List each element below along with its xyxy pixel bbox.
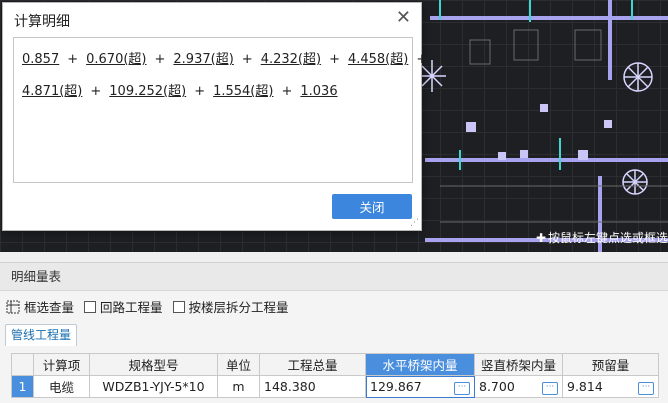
plus-sign: +	[194, 84, 206, 99]
calc-detail-dialog: 计算明细 ✕ 0.857 +0.670(超) +2.937(超) +4.232(超) +…	[2, 2, 427, 231]
floor-split-label: 按楼层拆分工程量	[188, 300, 289, 315]
cell-vertical-tray-value: 8.700	[479, 378, 515, 394]
panel-options: 框选查量 回路工程量 按楼层拆分工程量	[6, 297, 299, 316]
formula-term[interactable]: 0.670(超)	[86, 52, 146, 67]
cell-item[interactable]: 电缆	[33, 375, 90, 398]
formula-term[interactable]: 4.458(超)	[348, 52, 408, 67]
tab-pipe-quantity[interactable]: 管线工程量	[5, 324, 78, 346]
col-header-item[interactable]: 计算项	[33, 353, 90, 376]
circuit-checkbox[interactable]: 回路工程量	[84, 297, 163, 316]
formula-box: 0.857 +0.670(超) +2.937(超) +4.232(超) +4.458(超…	[13, 37, 427, 183]
formula-term[interactable]: 4.871(超)	[22, 84, 82, 99]
cell-reserved-value: 9.814	[567, 378, 603, 394]
ellipsis-icon[interactable]: ···	[454, 381, 470, 395]
frame-select-button[interactable]: 框选查量	[6, 297, 74, 316]
floor-split-checkbox[interactable]: 按楼层拆分工程量	[172, 297, 289, 316]
ellipsis-icon[interactable]: ···	[542, 381, 558, 395]
resize-grip-icon[interactable]: ⋰	[410, 218, 419, 228]
table-row[interactable]: 1 电缆 WDZB1-YJY-5*10 m 148.380 129.867 ···…	[11, 375, 659, 398]
col-header-total[interactable]: 工程总量	[259, 353, 366, 376]
plus-sign: +	[67, 52, 79, 67]
cell-horizontal-tray-value: 129.867	[370, 378, 422, 394]
col-header-index	[11, 353, 34, 376]
cell-unit[interactable]: m	[217, 375, 260, 398]
table-header-row: 计算项 规格型号 单位 工程总量 水平桥架内量 竖直桥架内量 预留量	[11, 353, 659, 376]
cad-hint: ✚ 按鼠标左键点选或框选	[536, 229, 668, 246]
formula-term[interactable]: 4.232(超)	[261, 52, 321, 67]
cell-reserved[interactable]: 9.814 ···	[562, 375, 659, 398]
formula-term[interactable]: 2.937(超)	[173, 52, 233, 67]
plus-sign: +	[281, 84, 293, 99]
cad-hint-text: 按鼠标左键点选或框选	[547, 231, 668, 245]
col-header-horizontal-tray[interactable]: 水平桥架内量	[365, 353, 475, 376]
frame-select-label: 框选查量	[24, 300, 75, 315]
cursor-icon: ✚	[535, 231, 547, 245]
panel-title: 明细量表	[0, 263, 668, 291]
close-icon[interactable]: ✕	[396, 9, 411, 27]
col-header-vertical-tray[interactable]: 竖直桥架内量	[474, 353, 563, 376]
formula-term[interactable]: 109.252(超)	[109, 84, 186, 99]
plus-sign: +	[329, 52, 340, 67]
formula-term[interactable]: 0.857	[22, 52, 59, 67]
quantity-table: 计算项 规格型号 单位 工程总量 水平桥架内量 竖直桥架内量 预留量 1 电缆 …	[11, 353, 659, 398]
col-header-spec[interactable]: 规格型号	[89, 353, 218, 376]
col-header-reserved[interactable]: 预留量	[562, 353, 659, 376]
app-window: ✚ 按鼠标左键点选或框选 明细量表 框选查量 回路工程量 按楼层拆分工程量 管线…	[0, 0, 668, 403]
formula-term[interactable]: 1.554(超)	[213, 84, 273, 99]
checkbox-box[interactable]	[84, 300, 97, 313]
formula-term[interactable]: 1.036	[300, 84, 337, 99]
frame-select-icon	[6, 300, 20, 313]
cell-horizontal-tray[interactable]: 129.867 ···	[365, 375, 475, 398]
col-header-unit[interactable]: 单位	[217, 353, 260, 376]
row-number: 1	[11, 375, 34, 398]
detail-panel: 明细量表 框选查量 回路工程量 按楼层拆分工程量 管线工程量 计算项 规格型号 …	[0, 262, 668, 403]
close-button[interactable]: 关闭	[332, 194, 412, 219]
cell-vertical-tray[interactable]: 8.700 ···	[474, 375, 563, 398]
ellipsis-icon[interactable]: ···	[638, 381, 654, 395]
plus-sign: +	[154, 52, 166, 67]
plus-sign: +	[241, 52, 253, 67]
tab-bar: 管线工程量	[5, 324, 78, 346]
cell-spec[interactable]: WDZB1-YJY-5*10	[89, 375, 218, 398]
dialog-title: 计算明细	[14, 14, 70, 30]
circuit-label: 回路工程量	[100, 300, 163, 315]
cell-total[interactable]: 148.380	[259, 375, 366, 398]
plus-sign: +	[416, 52, 428, 67]
checkbox-box[interactable]	[172, 300, 185, 313]
plus-sign: +	[90, 84, 102, 99]
